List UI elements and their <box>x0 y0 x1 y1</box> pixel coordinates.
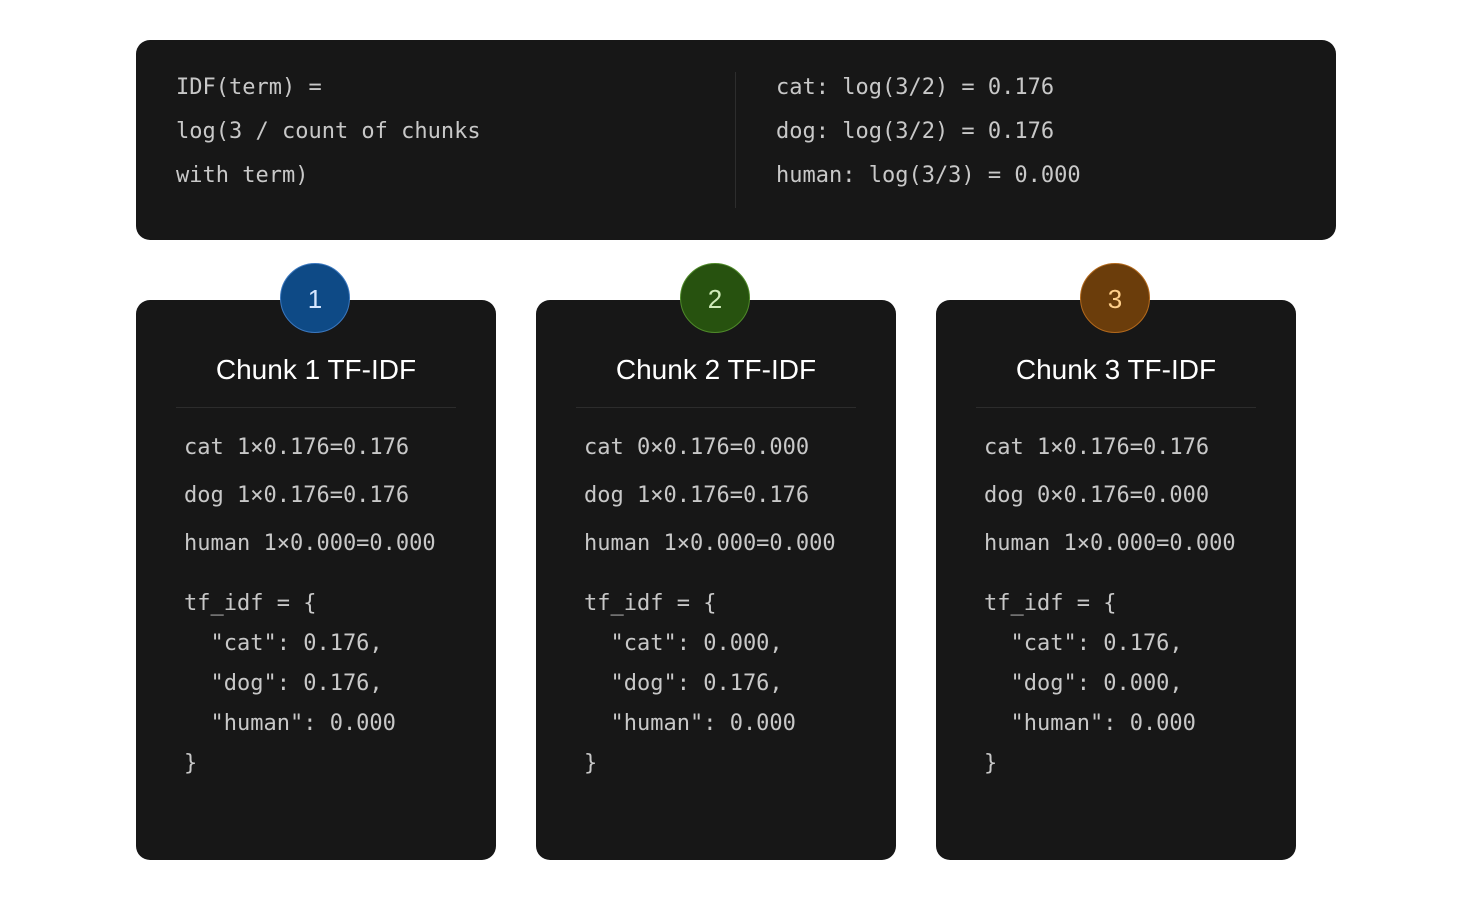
chunk-3-badge: 3 <box>1080 263 1150 333</box>
code-line: "human": 0.000 <box>184 711 396 736</box>
term-line: human 1×0.000=0.000 <box>984 531 1236 556</box>
idf-formula-panel: IDF(term) = log(3 / count of chunks with… <box>136 40 1336 240</box>
term-line: cat 1×0.176=0.176 <box>984 435 1210 460</box>
code-line: } <box>184 751 198 776</box>
code-line: "cat": 0.000, <box>584 631 783 656</box>
code-line: "cat": 0.176, <box>984 631 1183 656</box>
idf-value-dog: dog: log(3/2) = 0.176 <box>776 119 1055 144</box>
code-line: "dog": 0.000, <box>984 671 1183 696</box>
chunk-2-badge: 2 <box>680 263 750 333</box>
chunk-3-code-block: tf_idf = { "cat": 0.176, "dog": 0.000, "… <box>984 584 1284 784</box>
code-line: "human": 0.000 <box>984 711 1196 736</box>
chunk-1-term-list: cat 1×0.176=0.176 dog 1×0.176=0.176 huma… <box>184 424 484 568</box>
term-line: human 1×0.000=0.000 <box>584 531 836 556</box>
code-line: } <box>984 751 998 776</box>
term-line: dog 1×0.176=0.176 <box>584 483 810 508</box>
chunk-3-card: 3 Chunk 3 TF-IDF cat 1×0.176=0.176 dog 0… <box>936 263 1296 860</box>
term-line: cat 0×0.176=0.000 <box>584 435 810 460</box>
code-line: "cat": 0.176, <box>184 631 383 656</box>
chunk-3-divider <box>976 407 1256 408</box>
code-line: tf_idf = { <box>584 591 717 616</box>
idf-value-cat: cat: log(3/2) = 0.176 <box>776 75 1055 100</box>
chunk-1-card: 1 Chunk 1 TF-IDF cat 1×0.176=0.176 dog 1… <box>136 263 496 860</box>
code-line: "dog": 0.176, <box>584 671 783 696</box>
chunk-2-divider <box>576 407 856 408</box>
chunk-2-term-list: cat 0×0.176=0.000 dog 1×0.176=0.176 huma… <box>584 424 884 568</box>
term-line: dog 1×0.176=0.176 <box>184 483 410 508</box>
code-line: } <box>584 751 598 776</box>
term-line: human 1×0.000=0.000 <box>184 531 436 556</box>
idf-formula-line: IDF(term) = <box>176 75 322 100</box>
chunk-1-badge: 1 <box>280 263 350 333</box>
term-line: dog 0×0.176=0.000 <box>984 483 1210 508</box>
code-line: tf_idf = { <box>984 591 1117 616</box>
idf-values: cat: log(3/2) = 0.176 dog: log(3/2) = 0.… <box>776 66 1296 198</box>
chunk-3-title: Chunk 3 TF-IDF <box>1015 354 1217 385</box>
idf-formula: IDF(term) = log(3 / count of chunks with… <box>176 66 696 198</box>
chunk-2-title: Chunk 2 TF-IDF <box>615 354 817 385</box>
term-line: cat 1×0.176=0.176 <box>184 435 410 460</box>
idf-value-human: human: log(3/3) = 0.000 <box>776 163 1081 188</box>
chunk-2-code-block: tf_idf = { "cat": 0.000, "dog": 0.176, "… <box>584 584 884 784</box>
chunk-1-code-block: tf_idf = { "cat": 0.176, "dog": 0.176, "… <box>184 584 484 784</box>
code-line: tf_idf = { <box>184 591 317 616</box>
idf-divider <box>735 72 736 208</box>
idf-formula-line: log(3 / count of chunks <box>176 119 481 144</box>
code-line: "dog": 0.176, <box>184 671 383 696</box>
chunk-3-term-list: cat 1×0.176=0.176 dog 0×0.176=0.000 huma… <box>984 424 1284 568</box>
idf-formula-line: with term) <box>176 163 309 188</box>
chunk-1-divider <box>176 407 456 408</box>
chunk-2-card: 2 Chunk 2 TF-IDF cat 0×0.176=0.000 dog 1… <box>536 263 896 860</box>
code-line: "human": 0.000 <box>584 711 796 736</box>
chunk-1-title: Chunk 1 TF-IDF <box>215 354 417 385</box>
